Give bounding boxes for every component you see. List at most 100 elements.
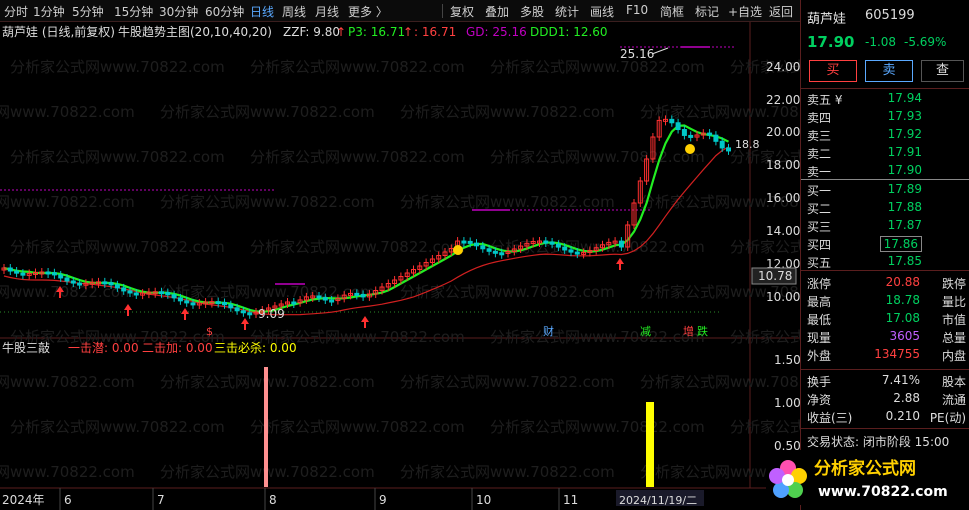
fund-2-label: 收益(三) [807,411,853,425]
candle-body [165,292,171,296]
candle-body [675,122,681,131]
svg-text:1.00: 1.00 [774,396,800,410]
bid-level-5-value: 17.85 [887,254,922,268]
ask-level-2: 卖二 17.91 [801,144,969,162]
sub-value-a: 一击潜: 0.00 [68,341,139,355]
candle-body [461,240,467,244]
watermark-text: 分析家公式网www.70822.com [250,148,465,166]
candle-body [240,310,246,314]
ask-level-4-value: 17.93 [887,109,922,123]
f10-button[interactable]: F10 [626,3,648,17]
candle-body [7,267,13,272]
event-dollar: $ [206,325,213,338]
tab-30min[interactable]: 30分钟 [159,3,198,20]
candle-body [51,272,57,276]
candle-body [329,299,335,303]
stat-2-extra-label: 市值 [941,313,966,327]
candle-body [114,284,120,289]
kline-chart[interactable]: 分析家公式网www.70822.com 分析家公式网www.70822.com 分析… [0,22,945,510]
candle-body [688,134,694,138]
sub-value-c: 三击必杀: 0.00 [214,340,297,355]
ddd1-value: DDD1: 12.60 [530,25,608,39]
tab-1min[interactable]: 1分钟 [33,3,65,20]
candle-body [467,240,473,244]
zzf-value: ZZF: 9.80 [283,25,340,39]
signal-dot-2 [685,144,695,154]
candle-body [618,240,624,248]
watermark-text: 分析家公式网www.70822.com [730,328,800,346]
bid-level-5-label: 买五 [807,256,832,270]
watermark-text: 分析家公式网www.70822.com [400,463,615,481]
candle-body [247,312,253,316]
simple-frame-button[interactable]: 简框 [660,3,684,20]
svg-text:10.00: 10.00 [766,290,800,304]
trade-status-row: 交易状态: 闭市阶段 15:00 [801,432,969,450]
statistics-button[interactable]: 统计 [555,3,579,20]
watermark-text: 分析家公式网www.70822.com [490,148,705,166]
ask-level-2-value: 17.91 [887,145,922,159]
quote-panel: 葫芦娃 605199 17.90 -1.08 -5.69% 买 卖 查 卖五 ¥… [800,0,969,510]
tab-monthly[interactable]: 月线 [315,3,339,20]
bid-level-4: 买四 17.86 [801,235,969,253]
stat-0: 涨停 20.88 跌停 [801,274,969,292]
query-button[interactable]: 查 [921,60,964,82]
bid-level-3-label: 买三 [807,220,832,234]
candle-body [127,290,133,294]
add-watchlist-button[interactable]: +自选 [728,3,762,20]
price-change: -1.08 [865,35,897,49]
tab-60min[interactable]: 60分钟 [205,3,244,20]
tab-more[interactable]: 更多 〉 [348,3,388,20]
p3-arrow: ↑ [403,25,413,39]
overlay-button[interactable]: 叠加 [485,3,509,20]
stat-3-label: 现量 [807,331,832,345]
event-increase: 增 [683,324,694,338]
tab-5min[interactable]: 5分钟 [72,3,104,20]
multi-stock-button[interactable]: 多股 [520,3,544,20]
restore-rights-button[interactable]: 复权 [450,3,474,20]
candle-body [707,132,713,136]
watermark-text: 分析家公式网www.70822.com [490,58,705,76]
gd-value: GD: 25.16 [466,25,527,39]
watermark-text: 分析家公式网www.70822.com [10,148,225,166]
candle-body [64,277,70,282]
back-button[interactable]: 返回 [769,3,793,20]
stat-1-extra-label: 量比 [941,295,966,309]
watermark-text: 分析家公式网www.70822.com [160,103,375,121]
candle-body [322,297,328,301]
svg-text:18.00: 18.00 [766,158,800,172]
high-price-label: 25.16 [620,47,654,61]
sell-button[interactable]: 卖 [865,60,913,82]
draw-line-button[interactable]: 画线 [590,3,614,20]
watermark-text: 分析家公式网www.70822.com [250,418,465,436]
bid-level-1-value: 17.89 [887,182,922,196]
candle-body [555,243,561,248]
watermark-text: 分析家公式网www.70822.com [0,283,135,301]
watermark-text: 分析家公式网www.70822.com [400,193,615,211]
watermark-text: 分析家公式网www.70822.com [0,103,135,121]
mark-button[interactable]: 标记 [695,3,719,20]
svg-text:10: 10 [476,493,491,507]
tab-weekly[interactable]: 周线 [282,3,306,20]
candle-body [316,295,322,299]
tab-15min[interactable]: 15分钟 [114,3,153,20]
watermark-text: 分析家公式网www.70822.com [400,283,615,301]
candle-body [360,293,366,298]
tab-timeshare[interactable]: 分时 [4,3,28,20]
svg-text:16.00: 16.00 [766,191,800,205]
candle-body [215,301,221,305]
fund-1-value: 2.88 [893,391,920,405]
buy-button[interactable]: 买 [809,60,857,82]
sub-value-b: 二击加: 0.00 [142,341,213,355]
stock-title: 葫芦娃 (日线,前复权) [2,24,115,39]
stat-3-extra-label: 总量 [941,331,966,345]
right-mark-label: 18.8 [735,138,760,151]
stat-0-label: 涨停 [807,277,832,291]
fund-1: 净资 2.88 流通 [801,390,969,408]
bid-level-2-value: 17.88 [887,200,922,214]
candle-body [70,280,76,284]
tab-daily[interactable]: 日线 [250,3,274,20]
svg-text:7: 7 [157,493,165,507]
svg-text:24.00: 24.00 [766,60,800,74]
stat-1-value: 18.78 [885,293,920,307]
p3-value: P3: 16.71 [348,25,405,39]
